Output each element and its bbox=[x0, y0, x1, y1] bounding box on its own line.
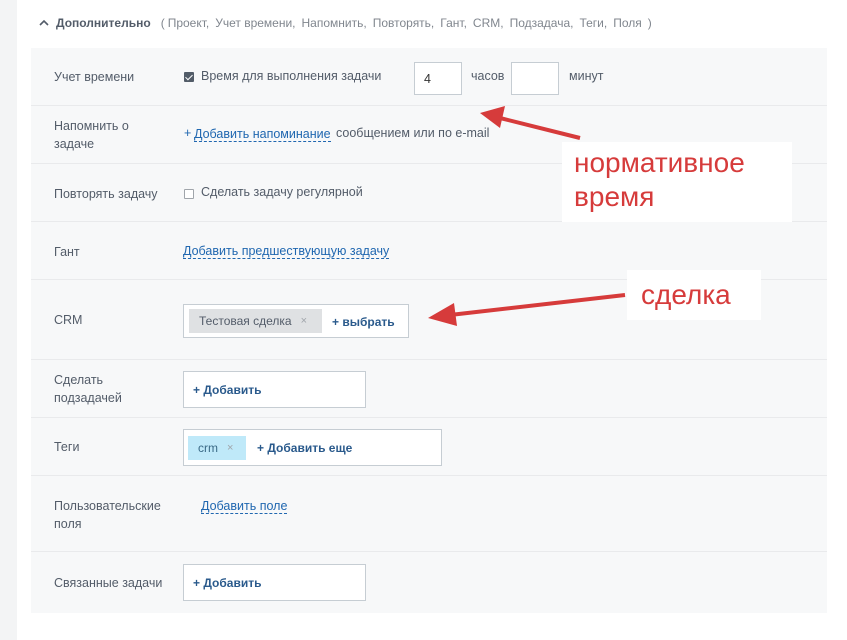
annotation-arrows bbox=[428, 106, 626, 326]
normative-time-note: нормативное время bbox=[562, 142, 792, 222]
arrow-to-time-icon bbox=[480, 106, 581, 140]
normative-time-note-line1: нормативное bbox=[574, 147, 745, 178]
deal-note: сделка bbox=[627, 270, 761, 320]
normative-time-note-line2: время bbox=[574, 181, 655, 212]
arrow-to-crm-icon bbox=[428, 293, 626, 326]
